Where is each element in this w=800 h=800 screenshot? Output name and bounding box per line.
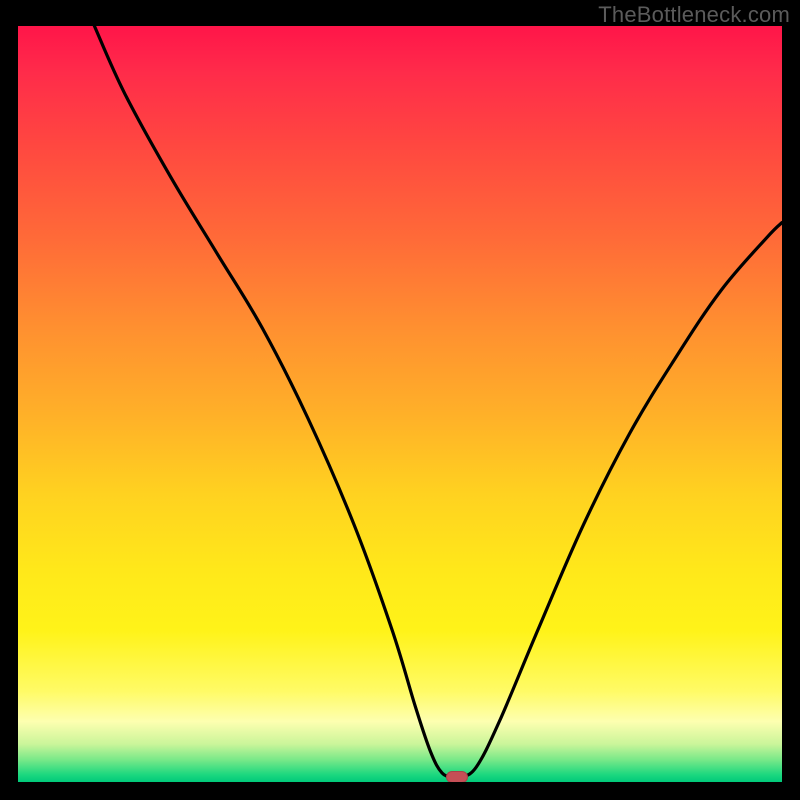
bottleneck-curve-svg — [18, 26, 782, 782]
watermark-text: TheBottleneck.com — [598, 2, 790, 28]
plot-area — [18, 26, 782, 782]
bottleneck-curve-path — [94, 26, 782, 778]
chart-frame: TheBottleneck.com — [0, 0, 800, 800]
minimum-marker — [446, 771, 468, 782]
